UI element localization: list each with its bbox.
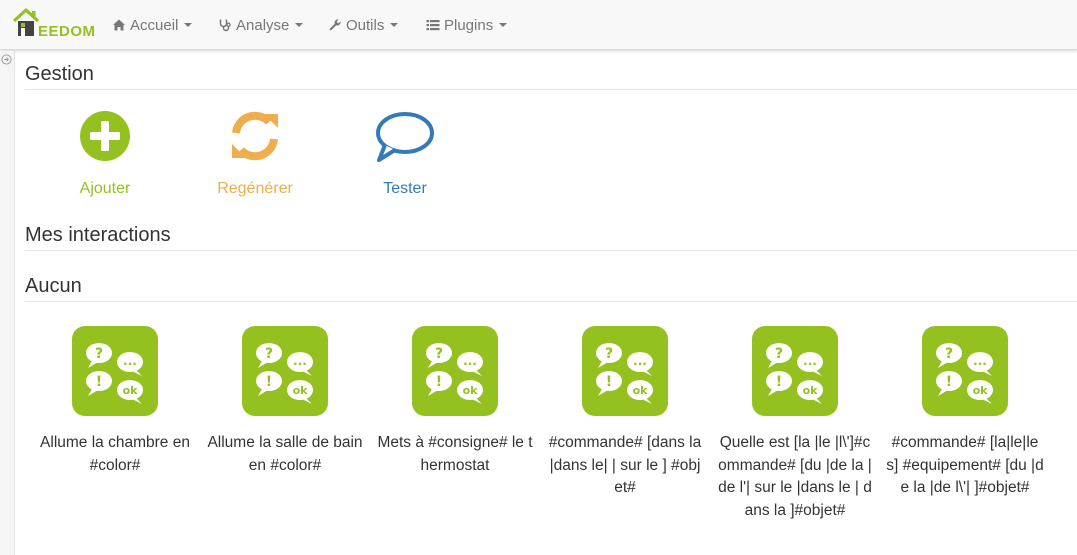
chat-bubbles-icon: ? ... ! ok <box>596 343 653 404</box>
chevron-down-icon <box>184 23 193 27</box>
chevron-down-icon <box>390 23 399 27</box>
chat-bubbles-icon: ? ... ! ok <box>766 343 823 404</box>
chat-bubbles-icon: ? ... ! ok <box>86 343 143 404</box>
interaction-card[interactable]: ? ... ! ok Allume la chambre en #color# <box>30 326 200 477</box>
chat-bubbles-icon: ? ... ! ok <box>426 343 483 404</box>
top-navbar: EEDOM Accueil Analyse Outils Plugins <box>0 0 1077 50</box>
divider <box>25 301 1077 302</box>
svg-text:!: ! <box>946 374 952 390</box>
home-icon <box>113 19 125 31</box>
svg-text:...: ... <box>633 354 647 368</box>
interaction-card[interactable]: ? ... ! ok Allume la salle de bain en #c… <box>200 326 370 477</box>
svg-text:!: ! <box>96 374 102 390</box>
gestion-title: Gestion <box>25 63 94 85</box>
interaction-card[interactable]: ? ... ! ok #commande# [dans la |dans le|… <box>540 326 710 500</box>
test-label: Tester <box>383 180 427 197</box>
interaction-name: #commande# [la|le|les] #equipement# [du … <box>886 434 1044 496</box>
svg-text:...: ... <box>463 354 477 368</box>
svg-text:?: ? <box>95 346 103 362</box>
interaction-card[interactable]: ? ... ! ok Quelle est [la |le |l\']#comm… <box>710 326 880 522</box>
divider <box>25 250 1077 251</box>
jeedom-logo[interactable]: EEDOM <box>10 7 95 43</box>
interaction-name: Quelle est [la |le |l\']#commande# [du |… <box>718 434 872 519</box>
nav-plugins-label: Plugins <box>444 16 494 34</box>
interaction-card[interactable]: ? ... ! ok #commande# [la|le|les] #equip… <box>880 326 1050 500</box>
interaction-tile: ? ... ! ok <box>72 326 158 416</box>
sidebar-collapsed <box>0 51 15 555</box>
svg-text:...: ... <box>293 354 307 368</box>
divider <box>25 89 1077 90</box>
svg-text:!: ! <box>606 374 612 390</box>
svg-text:ok: ok <box>463 384 479 397</box>
nav-outils-label: Outils <box>346 16 385 34</box>
svg-text:ok: ok <box>633 384 649 397</box>
chat-bubbles-icon: ? ... ! ok <box>256 343 313 404</box>
interaction-tile: ? ... ! ok <box>752 326 838 416</box>
interaction-tile: ? ... ! ok <box>922 326 1008 416</box>
interaction-tile: ? ... ! ok <box>242 326 328 416</box>
test-button[interactable]: Tester <box>350 110 460 198</box>
add-interaction-button[interactable]: Ajouter <box>50 110 160 198</box>
interaction-card[interactable]: ? ... ! ok Mets à #consigne# le thermost… <box>370 326 540 477</box>
speech-bubble-icon <box>376 112 434 162</box>
regenerate-label: Regénérer <box>217 180 293 197</box>
svg-text:ok: ok <box>123 384 139 397</box>
svg-text:...: ... <box>123 354 137 368</box>
svg-text:ok: ok <box>803 384 819 397</box>
svg-text:?: ? <box>265 346 273 362</box>
nav-analyse-label: Analyse <box>236 16 290 34</box>
svg-text:?: ? <box>605 346 613 362</box>
interaction-name: #commande# [dans la |dans le| | sur le ]… <box>548 434 702 496</box>
svg-text:ok: ok <box>293 384 309 397</box>
interactions-title: Mes interactions <box>25 224 171 246</box>
interaction-tile: ? ... ! ok <box>582 326 668 416</box>
regenerate-button[interactable]: Regénérer <box>200 110 310 198</box>
svg-text:!: ! <box>436 374 442 390</box>
plus-circle-icon <box>80 111 130 161</box>
nav-plugins[interactable]: Plugins <box>426 0 508 50</box>
interaction-name: Allume la chambre en #color# <box>40 434 190 474</box>
refresh-icon <box>232 111 278 161</box>
group-title: Aucun <box>25 275 82 297</box>
svg-text:...: ... <box>803 354 817 368</box>
list-icon <box>426 20 440 31</box>
add-label: Ajouter <box>79 180 131 197</box>
chat-bubbles-icon: ? ... ! ok <box>936 343 993 404</box>
svg-text:ok: ok <box>973 384 989 397</box>
nav-accueil-label: Accueil <box>130 16 179 34</box>
expand-sidebar-icon[interactable] <box>1 54 12 65</box>
chevron-down-icon <box>295 23 304 27</box>
svg-text:...: ... <box>973 354 987 368</box>
nav-analyse[interactable]: Analyse <box>218 0 304 50</box>
svg-text:!: ! <box>266 374 272 390</box>
logo-text: EEDOM <box>38 23 96 40</box>
svg-text:?: ? <box>435 346 443 362</box>
svg-text:!: ! <box>776 374 782 390</box>
stethoscope-icon <box>219 19 231 32</box>
chevron-down-icon <box>499 23 508 27</box>
interaction-name: Allume la salle de bain en #color# <box>207 434 363 474</box>
nav-accueil[interactable]: Accueil <box>112 0 193 50</box>
interaction-name: Mets à #consigne# le thermostat <box>377 434 533 474</box>
svg-text:?: ? <box>945 346 953 362</box>
interaction-tile: ? ... ! ok <box>412 326 498 416</box>
nav-outils[interactable]: Outils <box>328 0 399 50</box>
wrench-icon <box>329 19 341 31</box>
svg-text:?: ? <box>775 346 783 362</box>
